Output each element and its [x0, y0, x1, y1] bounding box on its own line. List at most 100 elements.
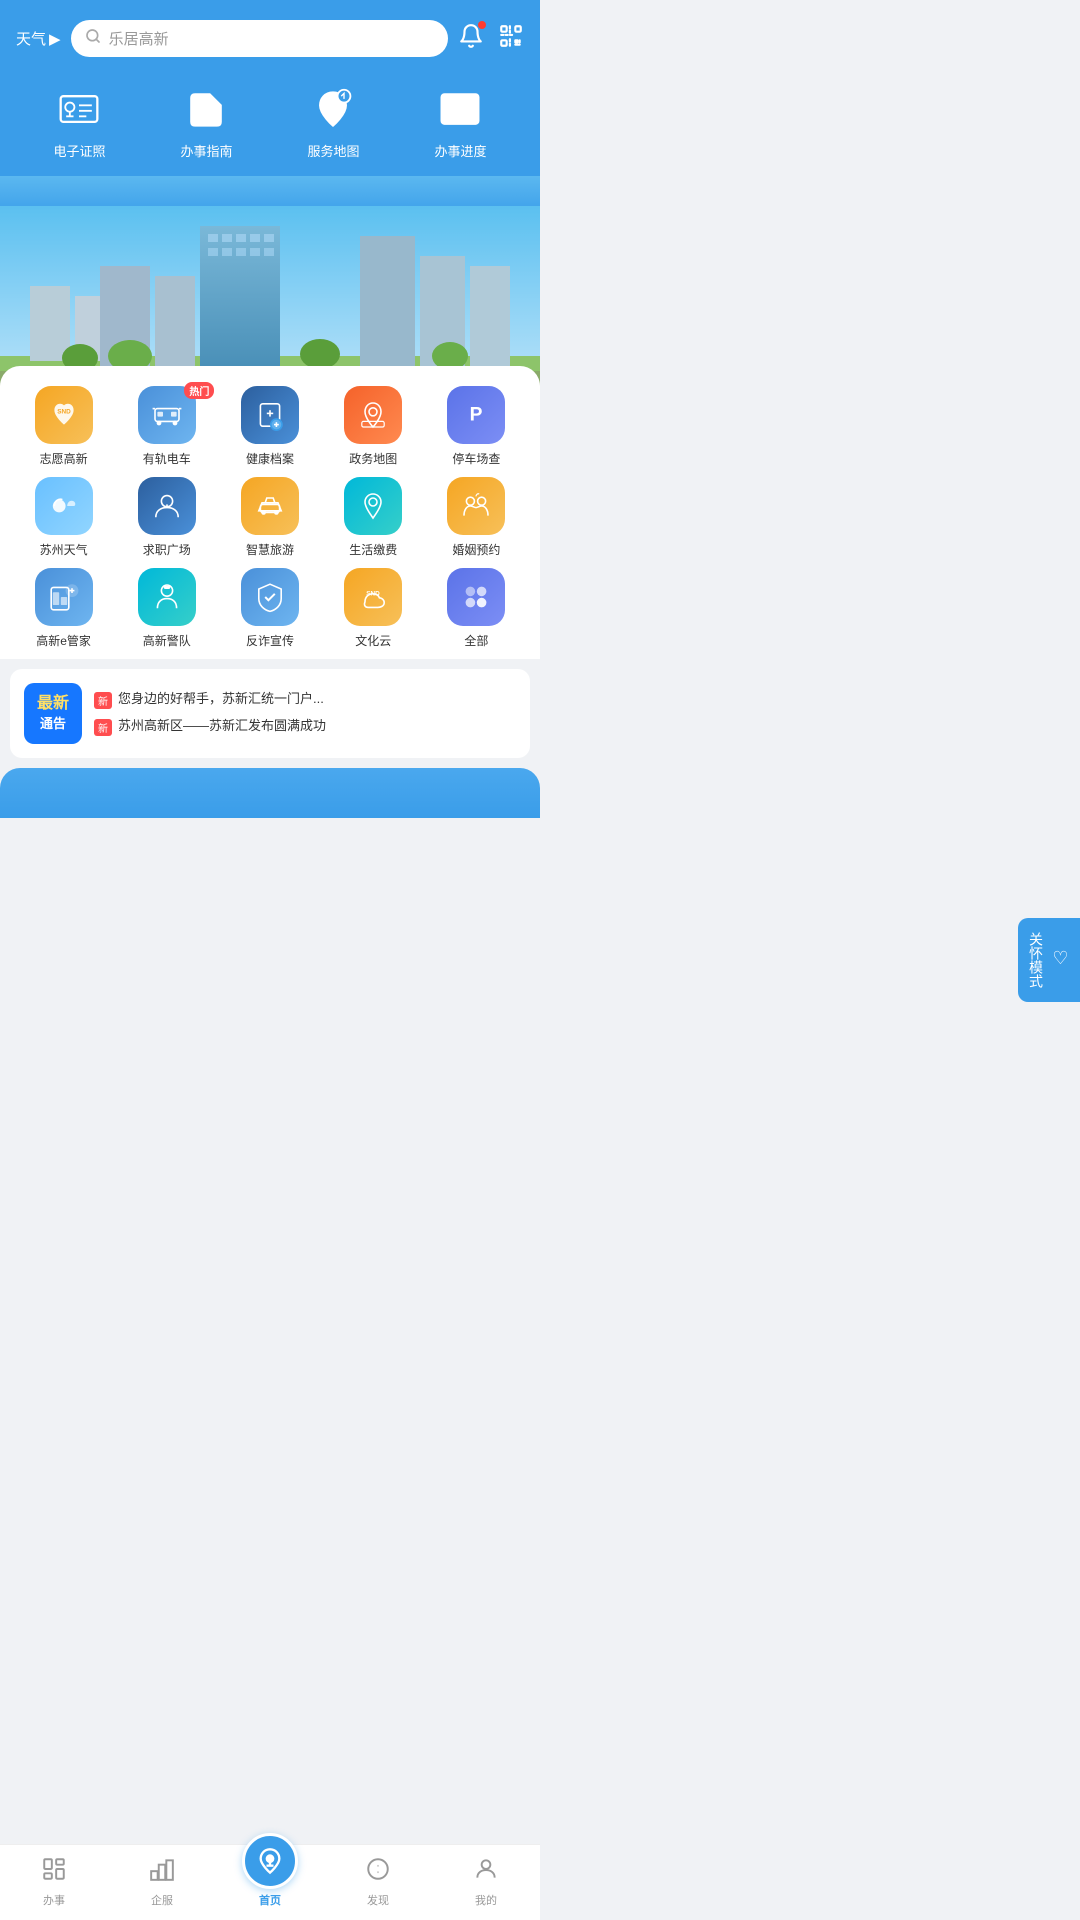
service-icon-suzhou-weather	[35, 477, 93, 535]
service-icon-smart-tourism	[241, 477, 299, 535]
quick-action-service-map[interactable]: 服务地图	[307, 83, 359, 160]
tab-discover-label: 发现	[367, 1892, 389, 1908]
tab-mine-icon	[473, 1856, 499, 1889]
services-section: SND 志愿高新热门 有轨电车 健康档案 政务地图 P 停车场查	[0, 366, 540, 659]
service-item-health-records[interactable]: 健康档案	[220, 386, 319, 467]
svg-text:P: P	[470, 405, 483, 426]
hot-badge: 热门	[184, 382, 214, 399]
service-label-suzhou-weather: 苏州天气	[40, 541, 88, 558]
service-label-parking: 停车场查	[452, 450, 500, 467]
service-label-life-payment: 生活缴费	[349, 541, 397, 558]
service-icon-police	[138, 568, 196, 626]
quick-action-affairs-guide[interactable]: 办事指南	[180, 83, 232, 160]
service-label-job-plaza: 求职广场	[143, 541, 191, 558]
service-icon-gov-map	[344, 386, 402, 444]
quick-action-service-map-label: 服务地图	[307, 141, 359, 160]
tab-affairs-label: 办事	[43, 1892, 65, 1908]
news-text: 您身边的好帮手，苏新汇统一门户...	[118, 690, 324, 708]
service-item-all[interactable]: 全部	[427, 568, 526, 649]
service-icon-anti-fraud	[241, 568, 299, 626]
quick-action-electronic-id[interactable]: 电子证照	[53, 83, 105, 160]
news-tag: 新	[94, 719, 112, 736]
weather-label: 天气	[16, 28, 46, 49]
bottom-wave	[0, 768, 540, 818]
news-badge: 最新 通告	[24, 683, 82, 744]
service-item-police[interactable]: 高新警队	[117, 568, 216, 649]
service-label-e-manager: 高新e管家	[36, 632, 91, 649]
svg-text:SND: SND	[57, 408, 71, 415]
tab-enterprise-label: 企服	[151, 1892, 173, 1908]
tab-affairs[interactable]: 办事	[0, 1856, 108, 1908]
tab-bar: 办事 企服 首页	[0, 1844, 540, 1920]
search-placeholder: 乐居高新	[109, 28, 169, 49]
service-item-smart-tourism[interactable]: 智慧旅游	[220, 477, 319, 558]
city-banner	[0, 176, 540, 386]
service-label-anti-fraud: 反诈宣传	[246, 632, 294, 649]
service-icon-all	[447, 568, 505, 626]
service-item-volunteer[interactable]: SND 志愿高新	[14, 386, 113, 467]
quick-action-electronic-id-label: 电子证照	[53, 141, 105, 160]
tab-mine[interactable]: 我的	[432, 1856, 540, 1908]
care-icon: ♡	[1050, 948, 1072, 969]
tab-home-icon	[242, 1833, 298, 1889]
service-label-police: 高新警队	[143, 632, 191, 649]
care-mode-button[interactable]: ♡ 关怀模式	[1018, 918, 1080, 1002]
service-label-smart-tourism: 智慧旅游	[246, 541, 294, 558]
tab-discover[interactable]: 发现	[324, 1856, 432, 1908]
care-mode-label: 关怀模式	[1026, 932, 1046, 988]
news-item-0[interactable]: 新您身边的好帮手，苏新汇统一门户...	[94, 690, 516, 709]
service-icon-life-payment	[344, 477, 402, 535]
weather-arrow: ▶	[49, 30, 61, 48]
search-bar[interactable]: 乐居高新	[71, 20, 448, 57]
service-icon-volunteer: SND	[35, 386, 93, 444]
service-item-gov-map[interactable]: 政务地图	[324, 386, 423, 467]
notification-button[interactable]	[458, 23, 484, 55]
service-item-suzhou-weather[interactable]: 苏州天气	[14, 477, 113, 558]
service-item-anti-fraud[interactable]: 反诈宣传	[220, 568, 319, 649]
search-icon	[85, 28, 101, 49]
service-map-icon	[307, 83, 359, 135]
service-item-life-payment[interactable]: 生活缴费	[324, 477, 423, 558]
service-icon-e-manager	[35, 568, 93, 626]
weather-button[interactable]: 天气 ▶	[16, 28, 61, 49]
service-item-rail-transit[interactable]: 热门 有轨电车	[117, 386, 216, 467]
tab-discover-icon	[365, 1856, 391, 1889]
electronic-id-icon	[53, 83, 105, 135]
service-label-culture-cloud: 文化云	[355, 632, 391, 649]
news-badge-top: 最新	[34, 693, 72, 715]
news-text: 苏州高新区——苏新汇发布圆满成功	[118, 717, 326, 735]
tab-home-label: 首页	[259, 1892, 281, 1908]
service-label-volunteer: 志愿高新	[40, 450, 88, 467]
service-label-rail-transit: 有轨电车	[143, 450, 191, 467]
service-item-culture-cloud[interactable]: SND 文化云	[324, 568, 423, 649]
service-icon-health-records	[241, 386, 299, 444]
service-label-health-records: 健康档案	[246, 450, 294, 467]
news-list: 新您身边的好帮手，苏新汇统一门户...新苏州高新区——苏新汇发布圆满成功	[94, 690, 516, 736]
tab-mine-label: 我的	[475, 1892, 497, 1908]
quick-action-affairs-guide-label: 办事指南	[180, 141, 232, 160]
service-item-parking[interactable]: P 停车场查	[427, 386, 526, 467]
news-badge-bottom: 通告	[34, 715, 72, 733]
header-icons	[458, 23, 524, 55]
quick-actions: 电子证照 办事指南	[16, 73, 524, 176]
news-tag: 新	[94, 692, 112, 709]
service-item-e-manager[interactable]: 高新e管家	[14, 568, 113, 649]
scan-button[interactable]	[498, 23, 524, 55]
service-icon-job-plaza	[138, 477, 196, 535]
header: 天气 ▶ 乐居高新	[0, 0, 540, 176]
service-icon-marriage	[447, 477, 505, 535]
tab-enterprise[interactable]: 企服	[108, 1856, 216, 1908]
service-label-marriage: 婚姻预约	[452, 541, 500, 558]
news-section: 最新 通告 新您身边的好帮手，苏新汇统一门户...新苏州高新区——苏新汇发布圆满…	[10, 669, 530, 758]
service-item-marriage[interactable]: 婚姻预约	[427, 477, 526, 558]
notification-dot	[478, 21, 486, 29]
news-item-1[interactable]: 新苏州高新区——苏新汇发布圆满成功	[94, 717, 516, 736]
quick-action-affairs-progress[interactable]: 办事进度	[434, 83, 486, 160]
tab-home[interactable]: 首页	[216, 1833, 324, 1908]
tab-enterprise-icon	[149, 1856, 175, 1889]
service-label-gov-map: 政务地图	[349, 450, 397, 467]
service-icon-culture-cloud: SND	[344, 568, 402, 626]
affairs-guide-icon	[180, 83, 232, 135]
service-item-job-plaza[interactable]: 求职广场	[117, 477, 216, 558]
services-grid: SND 志愿高新热门 有轨电车 健康档案 政务地图 P 停车场查	[10, 386, 530, 649]
